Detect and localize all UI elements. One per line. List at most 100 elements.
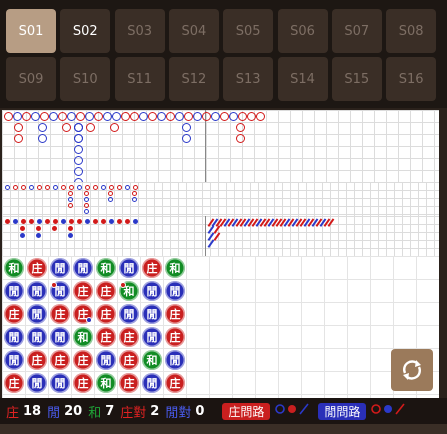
tab-s01[interactable]: S01 (6, 9, 56, 53)
bead-banker: 庄 (27, 258, 47, 278)
switch-road-button[interactable] (391, 349, 433, 391)
big-road-marker (182, 134, 191, 143)
bead-tie: 和 (73, 327, 93, 347)
big-road-marker (139, 112, 148, 121)
small-road-marker (93, 219, 98, 224)
big-eye-marker (108, 197, 113, 202)
bead-player: 閒 (96, 350, 116, 370)
tab-s05[interactable]: S05 (223, 9, 274, 53)
bead-banker: 庄 (73, 373, 93, 393)
big-road-marker (74, 123, 83, 132)
big-road-marker (85, 112, 94, 121)
small-road-marker (61, 219, 66, 224)
big-road-marker (110, 123, 119, 132)
big-eye-marker (84, 203, 89, 208)
small-road-marker (85, 219, 90, 224)
small-road-marker (5, 219, 10, 224)
bead-banker: 庄 (165, 327, 185, 347)
bead-player: 閒 (27, 373, 47, 393)
bead-player: 閒 (27, 327, 47, 347)
tab-s06[interactable]: S06 (277, 9, 328, 53)
bead-banker: 庄 (165, 304, 185, 324)
bead-player: 閒 (142, 327, 162, 347)
big-road-marker (193, 112, 202, 121)
big-road-marker (256, 112, 265, 121)
big-road-marker (74, 145, 83, 154)
bead-banker: 庄 (96, 327, 116, 347)
small-road-marker (133, 219, 138, 224)
big-eye-marker (29, 185, 34, 190)
big-road-marker (22, 112, 31, 121)
tab-s11[interactable]: S11 (114, 57, 165, 101)
stats-bar: 庄 18 閒 20 和 7 庄對 2 閒對 0 庄問路 閒問路 (0, 398, 447, 424)
bead-plate: 和閒庄閒閒庄庄閒閒閒庄閒閒閒庄閒庄閒閒庄庄和庄庄和庄庄庄閒和閒和閒庄庄庄庄閒閒閒… (2, 256, 439, 398)
small-road-marker (101, 219, 106, 224)
player-pair-stat-count: 0 (195, 403, 205, 419)
tab-s08[interactable]: S08 (386, 9, 437, 53)
big-eye-marker (77, 185, 82, 190)
tab-s09[interactable]: S09 (6, 57, 56, 101)
tab-s10[interactable]: S10 (60, 57, 111, 101)
small-road-marker (20, 226, 25, 231)
bead-player: 閒 (119, 304, 139, 324)
big-eye-marker (108, 191, 113, 196)
big-eye-marker (93, 185, 98, 190)
big-road-marker (184, 112, 193, 121)
bead-player: 閒 (4, 327, 24, 347)
tab-s14[interactable]: S14 (277, 57, 328, 101)
player-ask-button[interactable]: 閒問路 (318, 402, 367, 420)
bead-banker: 庄 (4, 373, 24, 393)
big-road-marker (62, 123, 71, 132)
big-road-marker (236, 123, 245, 132)
small-road-marker (68, 226, 73, 231)
bead-banker: 庄 (50, 304, 70, 324)
bead-player: 閒 (119, 258, 139, 278)
big-road-marker (31, 112, 40, 121)
big-road-marker (202, 112, 211, 121)
tie-stat-count: 7 (105, 403, 115, 419)
big-eye-marker (45, 185, 50, 190)
tab-s15[interactable]: S15 (331, 57, 382, 101)
big-road-marker (229, 112, 238, 121)
bead-banker: 庄 (73, 350, 93, 370)
banker-stat-count: 18 (23, 403, 42, 419)
big-eye-marker (37, 185, 42, 190)
small-road-marker (21, 219, 26, 224)
bead-player: 閒 (27, 281, 47, 301)
tab-s02[interactable]: S02 (60, 9, 111, 53)
bead-player: 閒 (142, 373, 162, 393)
big-eye-road (2, 182, 439, 216)
bead-banker: 庄 (4, 304, 24, 324)
banker-stat-label: 庄 (6, 405, 20, 421)
small-road-marker (109, 219, 114, 224)
small-road-marker (69, 219, 74, 224)
big-road-marker (49, 112, 58, 121)
player-stat-label: 閒 (47, 405, 61, 421)
big-road-marker (58, 112, 67, 121)
banker-pair-stat-count: 2 (150, 403, 160, 419)
pair-marker (86, 317, 92, 323)
tie-stat-label: 和 (88, 405, 102, 421)
big-eye-marker (68, 191, 73, 196)
small-road-marker (125, 219, 130, 224)
small-road-marker (36, 233, 41, 238)
big-road-marker (74, 156, 83, 165)
tab-s03[interactable]: S03 (114, 9, 165, 53)
bead-player: 閒 (142, 304, 162, 324)
big-eye-marker (21, 185, 26, 190)
tab-s04[interactable]: S04 (168, 9, 219, 53)
big-road-marker (4, 112, 13, 121)
banker-ask-button[interactable]: 庄問路 (222, 402, 271, 420)
bead-tie: 和 (165, 258, 185, 278)
bead-banker: 庄 (119, 327, 139, 347)
tab-s13[interactable]: S13 (223, 57, 274, 101)
big-road-marker (121, 112, 130, 121)
tab-s07[interactable]: S07 (331, 9, 382, 53)
big-road-marker (74, 134, 83, 143)
bead-banker: 庄 (142, 258, 162, 278)
big-eye-marker (84, 197, 89, 202)
tab-s16[interactable]: S16 (386, 57, 437, 101)
bead-player: 閒 (50, 281, 70, 301)
bead-player: 閒 (4, 281, 24, 301)
tab-s12[interactable]: S12 (168, 57, 219, 101)
